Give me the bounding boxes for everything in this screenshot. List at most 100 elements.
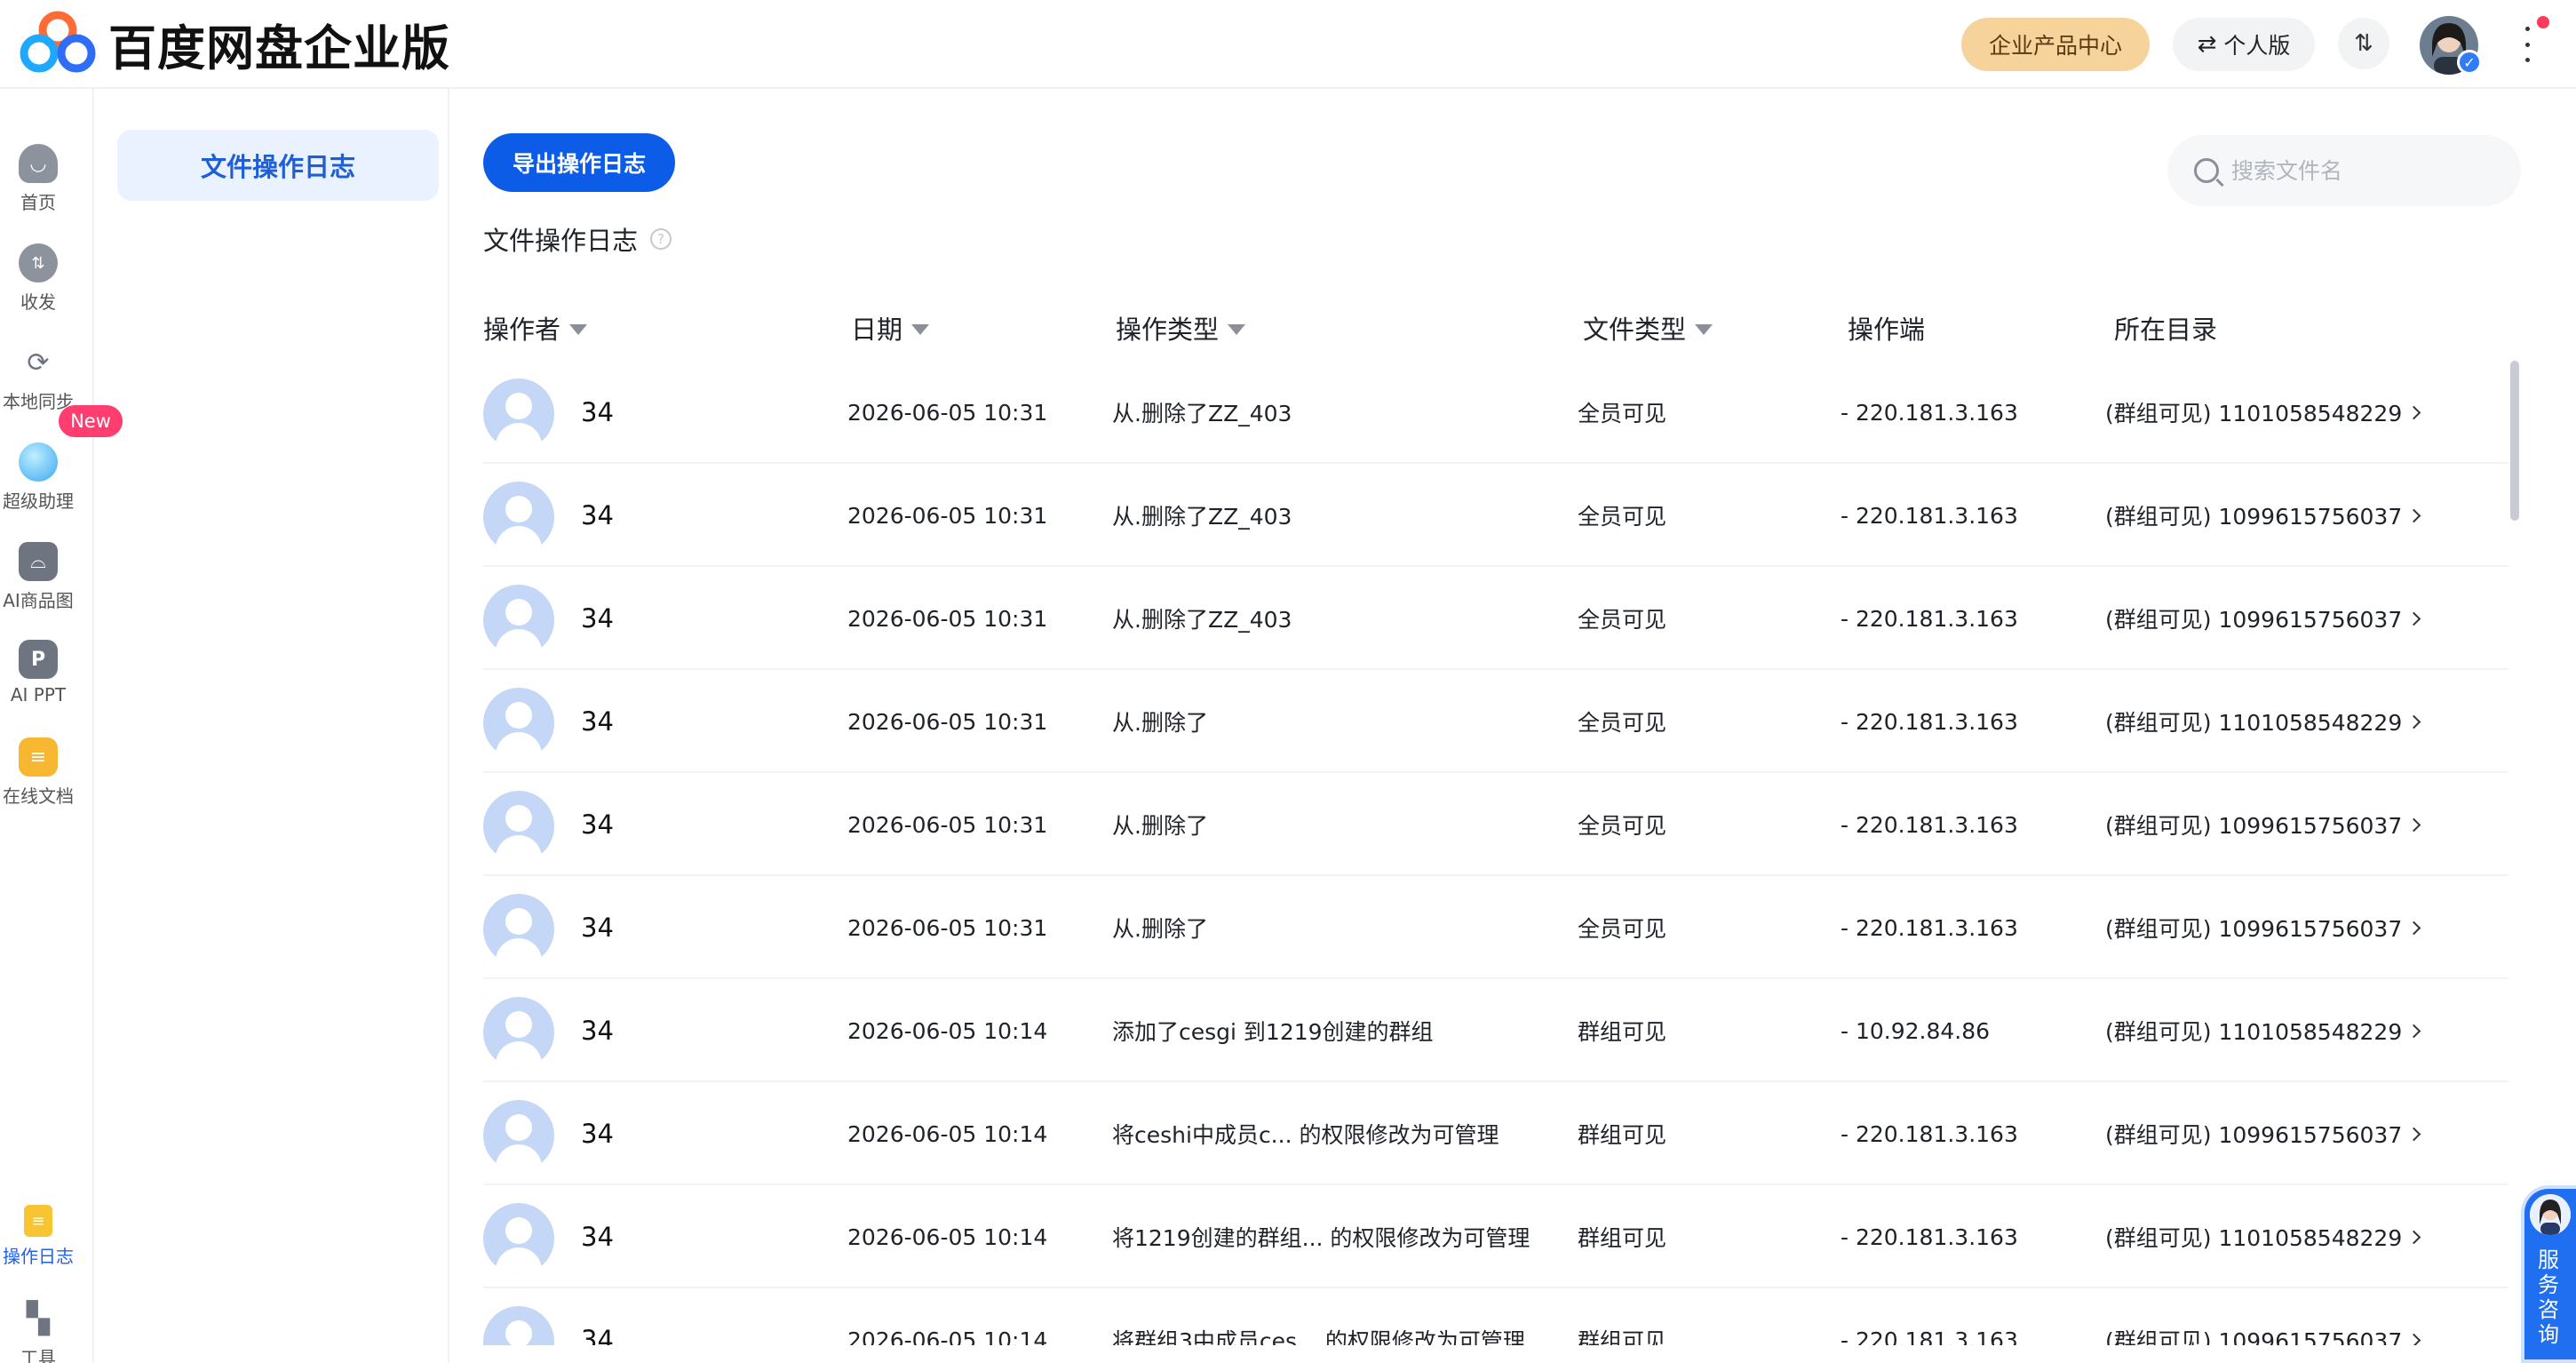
operator-avatar	[483, 585, 554, 656]
chevron-right-icon	[2406, 1024, 2421, 1038]
table-row[interactable]: 34 2026-06-05 10:14 添加了cesgi 到1219创建的群组 群组可…	[483, 979, 2508, 1082]
nav-item-label: 工具	[20, 1347, 56, 1363]
service-consult-button[interactable]: 服务咨询	[2521, 1185, 2576, 1363]
log-date: 2026-06-05 10:31	[847, 605, 1048, 632]
nav-item-label: 超级助理	[3, 490, 74, 512]
chevron-right-icon	[2406, 817, 2421, 832]
operator-avatar	[483, 1100, 554, 1171]
table-header: 操作者 日期 操作类型 文件类型 操作端 所在目录	[483, 302, 2517, 350]
transfer-icon: ⇅	[19, 243, 58, 283]
transfer-icon: ⇅	[2354, 30, 2373, 57]
page-title-text: 文件操作日志	[483, 226, 639, 256]
operator-name: 34	[581, 809, 614, 840]
file-type: 全员可见	[1578, 916, 1667, 942]
table-row[interactable]: 34 2026-06-05 10:14 将群组3中成员ces... 的权限修改为可管…	[483, 1288, 2508, 1345]
transfer-list-button[interactable]: ⇅	[2338, 18, 2389, 69]
file-type: 全员可见	[1578, 607, 1667, 633]
nav-item-local-sync[interactable]: ⟳ 本地同步	[0, 343, 76, 413]
action-type: 从.删除了	[1112, 916, 1208, 942]
nav-item-label: 操作日志	[3, 1246, 74, 1267]
grid-icon: ▚	[26, 1301, 51, 1336]
directory-text: (群组可见) 1101058548229	[2105, 1019, 2403, 1045]
nav-item-label: AI PPT	[10, 684, 67, 705]
file-type: 群组可见	[1578, 1328, 1667, 1345]
chevron-right-icon	[2406, 508, 2421, 522]
directory-link[interactable]: (群组可见) 1101058548229	[2105, 1185, 2421, 1288]
table-row[interactable]: 34 2026-06-05 10:31 从.删除了 全员可见 - 220.181.3.1…	[483, 773, 2508, 876]
filter-icon[interactable]	[569, 324, 588, 335]
nav-item-operation-log[interactable]: ≡ 操作日志	[0, 1205, 76, 1268]
nav-item-home[interactable]: ◡ 首页	[0, 144, 76, 214]
table-row[interactable]: 34 2026-06-05 10:31 从.删除了 全员可见 - 220.181.3.1…	[483, 670, 2508, 773]
table-scrollbar[interactable]	[2510, 361, 2519, 521]
search-input[interactable]	[2231, 157, 2498, 184]
switch-icon: ⇄	[2197, 31, 2217, 58]
file-type: 全员可见	[1578, 504, 1667, 530]
table-row[interactable]: 34 2026-06-05 10:31 从.删除了ZZ_403 全员可见 - 220.1…	[483, 361, 2508, 464]
directory-link[interactable]: (群组可见) 1101058548229	[2105, 979, 2421, 1082]
column-label: 操作类型	[1116, 315, 1220, 345]
search-box[interactable]	[2167, 135, 2521, 206]
service-consult-label: 服务咨询	[2538, 1247, 2559, 1347]
operator-name: 34	[581, 397, 614, 427]
table-row[interactable]: 34 2026-06-05 10:31 从.删除了 全员可见 - 220.181.3.1…	[483, 876, 2508, 979]
chevron-right-icon	[2406, 611, 2421, 626]
help-icon[interactable]: ?	[650, 228, 672, 250]
directory-link[interactable]: (群组可见) 1099615756037	[2105, 1082, 2421, 1185]
column-date[interactable]: 日期	[851, 309, 930, 347]
shopping-bag-icon: ⌓	[19, 542, 58, 581]
directory-text: (群组可见) 1101058548229	[2105, 401, 2403, 426]
log-date: 2026-06-05 10:31	[847, 708, 1048, 735]
table-row[interactable]: 34 2026-06-05 10:31 从.删除了ZZ_403 全员可见 - 220.1…	[483, 567, 2508, 670]
sub-navigation: 文件操作日志	[96, 89, 449, 1363]
nav-item-online-docs[interactable]: ≡ 在线文档	[0, 737, 76, 808]
nav-item-tools[interactable]: ▚ 工具	[0, 1299, 76, 1363]
enterprise-center-button[interactable]: 企业产品中心	[1961, 18, 2150, 71]
export-log-button[interactable]: 导出操作日志	[483, 133, 675, 192]
client-ip: - 220.181.3.163	[1841, 811, 2018, 838]
column-action-type[interactable]: 操作类型	[1116, 309, 1246, 347]
more-vertical-icon[interactable]	[2514, 27, 2540, 62]
action-type: 从.删除了	[1112, 813, 1208, 839]
directory-link[interactable]: (群组可见) 1101058548229	[2105, 670, 2421, 773]
personal-edition-button[interactable]: ⇄ 个人版	[2173, 18, 2315, 71]
directory-link[interactable]: (群组可见) 1099615756037	[2105, 1288, 2421, 1345]
ppt-icon: P	[19, 640, 58, 679]
column-operator[interactable]: 操作者	[483, 309, 588, 347]
nav-item-transfer[interactable]: ⇅ 收发	[0, 243, 76, 314]
filter-icon[interactable]	[911, 324, 930, 335]
filter-icon[interactable]	[1228, 324, 1246, 335]
directory-link[interactable]: (群组可见) 1099615756037	[2105, 773, 2421, 876]
operator-name: 34	[581, 1222, 614, 1252]
operator-name: 34	[581, 1016, 614, 1046]
client-ip: - 220.181.3.163	[1841, 502, 2018, 529]
directory-link[interactable]: (群组可见) 1101058548229	[2105, 361, 2421, 464]
client-ip: - 220.181.3.163	[1841, 708, 2018, 735]
top-header: 百度网盘企业版 企业产品中心 ⇄ 个人版 ⇅ ✓	[0, 0, 2576, 89]
nav-item-super-assistant[interactable]: 超级助理	[0, 442, 76, 513]
search-icon	[2194, 158, 2219, 183]
file-type: 全员可见	[1578, 401, 1667, 426]
baidu-netdisk-logo[interactable]	[20, 11, 96, 73]
operator-avatar	[483, 894, 554, 965]
file-type: 全员可见	[1578, 813, 1667, 839]
nav-item-ai-product-image[interactable]: ⌓ AI商品图	[0, 542, 76, 612]
table-row[interactable]: 34 2026-06-05 10:31 从.删除了ZZ_403 全员可见 - 220.1…	[483, 464, 2508, 567]
nav-item-ai-ppt[interactable]: P AI PPT	[0, 640, 76, 705]
operator-name: 34	[581, 500, 614, 530]
column-directory: 所在目录	[2114, 309, 2217, 347]
nav-item-label: AI商品图	[3, 590, 74, 611]
column-file-type[interactable]: 文件类型	[1583, 309, 1713, 347]
chevron-right-icon	[2406, 1333, 2421, 1345]
operator-name: 34	[581, 1119, 614, 1149]
page-title: 文件操作日志 ?	[483, 220, 672, 258]
directory-link[interactable]: (群组可见) 1099615756037	[2105, 464, 2421, 567]
directory-link[interactable]: (群组可见) 1099615756037	[2105, 876, 2421, 979]
table-row[interactable]: 34 2026-06-05 10:14 将1219创建的群组... 的权限修改为可管…	[483, 1185, 2508, 1288]
directory-link[interactable]: (群组可见) 1099615756037	[2105, 567, 2421, 670]
table-row[interactable]: 34 2026-06-05 10:14 将ceshi中成员c... 的权限修改为可管…	[483, 1082, 2508, 1185]
chevron-right-icon	[2406, 405, 2421, 419]
subnav-item-file-operation-log[interactable]: 文件操作日志	[117, 130, 439, 201]
filter-icon[interactable]	[1695, 324, 1713, 335]
notification-dot	[2537, 16, 2549, 28]
